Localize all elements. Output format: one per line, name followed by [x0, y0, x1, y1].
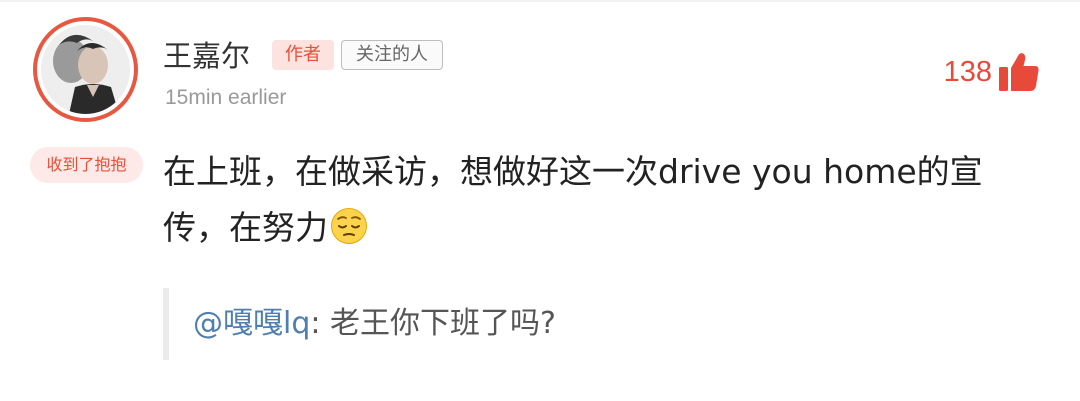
comment-text: 在上班，在做采访，想做好这一次drive you home的宣传，在努力: [163, 144, 1043, 262]
gift-badge: 收到了抱抱: [30, 147, 143, 183]
quoted-reply: @嘎嘎lq: 老王你下班了吗?: [193, 300, 556, 348]
like-count: 138: [943, 56, 992, 88]
timestamp: 15min earlier: [165, 86, 287, 109]
avatar[interactable]: [33, 17, 138, 122]
quote-bar: [163, 288, 169, 360]
avatar-photo: [41, 25, 130, 114]
reply-text: 老王你下班了吗?: [330, 306, 556, 341]
pensive-face-emoji: [330, 206, 368, 262]
top-divider: [0, 0, 1080, 2]
following-badge: 关注的人: [341, 40, 443, 70]
thumbs-up-icon: [998, 52, 1040, 92]
author-badge: 作者: [272, 40, 334, 70]
reply-separator: :: [310, 306, 321, 341]
comment-card: 收到了抱抱 王嘉尔 作者 关注的人 15min earlier 138 在上班，…: [0, 0, 1080, 401]
author-name[interactable]: 王嘉尔: [163, 36, 250, 76]
like-button[interactable]: 138: [944, 50, 1040, 94]
comment-body: 在上班，在做采访，想做好这一次drive you home的宣传，在努力: [163, 152, 983, 247]
reply-username[interactable]: @嘎嘎lq: [193, 306, 310, 341]
